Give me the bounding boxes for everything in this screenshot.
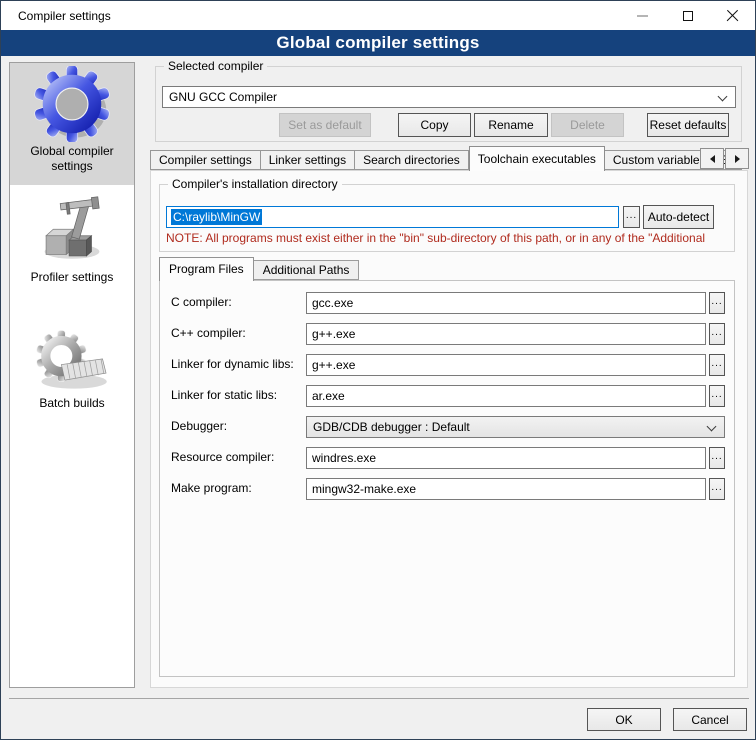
close-button[interactable]	[710, 1, 755, 30]
title-bar[interactable]: Compiler settings	[1, 1, 755, 30]
sidebar-item-global-compiler-settings[interactable]: Global compiler settings	[10, 63, 134, 185]
batch-builds-icon	[33, 328, 111, 394]
rename-button[interactable]: Rename	[474, 113, 548, 137]
tab-custom-variables[interactable]: Custom variables	[605, 150, 715, 170]
minimize-button[interactable]	[620, 1, 665, 30]
footer-divider	[9, 698, 749, 699]
copy-button[interactable]: Copy	[398, 113, 471, 137]
tab-toolchain-executables[interactable]: Toolchain executables	[469, 146, 605, 171]
resource-compiler-input[interactable]	[306, 447, 706, 469]
dialog-body: Global compiler settings	[1, 56, 755, 739]
maximize-icon	[683, 11, 693, 21]
static-linker-browse-button[interactable]: ...	[709, 385, 725, 407]
reset-defaults-button[interactable]: Reset defaults	[647, 113, 729, 137]
caliper-profiler-icon	[36, 192, 108, 268]
tab-additional-paths[interactable]: Additional Paths	[254, 260, 360, 280]
sidebar-item-profiler-settings[interactable]: Profiler settings	[10, 186, 134, 304]
static-linker-input[interactable]	[306, 385, 706, 407]
blue-gear-icon	[33, 66, 111, 142]
minimize-icon	[637, 15, 648, 17]
tab-program-files[interactable]: Program Files	[159, 257, 254, 281]
group-label: Selected compiler	[164, 59, 267, 73]
c-compiler-label: C compiler:	[171, 295, 232, 309]
settings-category-list: Global compiler settings	[9, 62, 135, 688]
installation-directory-input[interactable]: C:\raylib\MinGW	[166, 206, 619, 228]
arrow-left-icon	[710, 155, 715, 163]
program-files-page: C compiler: ... C++ compiler: ... Linker…	[159, 280, 735, 677]
toolchain-executables-page: Compiler's installation directory C:\ray…	[150, 170, 748, 688]
tab-scroll-arrows	[700, 148, 749, 169]
debugger-label: Debugger:	[171, 419, 227, 433]
sidebar-item-label: Global compiler settings	[10, 142, 134, 182]
bin-subdirectory-note: NOTE: All programs must exist either in …	[166, 231, 728, 245]
chevron-down-icon	[718, 92, 728, 102]
group-label: Compiler's installation directory	[168, 177, 342, 191]
delete-button[interactable]: Delete	[551, 113, 624, 137]
static-linker-label: Linker for static libs:	[171, 388, 277, 402]
debugger-select-value: GDB/CDB debugger : Default	[313, 420, 470, 434]
c-compiler-browse-button[interactable]: ...	[709, 292, 725, 314]
resource-compiler-label: Resource compiler:	[171, 450, 274, 464]
sidebar-item-label: Batch builds	[33, 394, 110, 419]
dynamic-linker-input[interactable]	[306, 354, 706, 376]
debugger-select[interactable]: GDB/CDB debugger : Default	[306, 416, 725, 438]
compiler-select[interactable]: GNU GCC Compiler	[162, 86, 736, 108]
program-files-tab-bar: Program Files Additional Paths	[159, 256, 359, 280]
make-program-input[interactable]	[306, 478, 706, 500]
tab-scroll-right-button[interactable]	[725, 148, 749, 169]
ok-button[interactable]: OK	[587, 708, 661, 731]
compiler-settings-dialog: Compiler settings Global compiler settin…	[0, 0, 756, 740]
c-compiler-input[interactable]	[306, 292, 706, 314]
arrow-right-icon	[735, 155, 740, 163]
dynamic-linker-label: Linker for dynamic libs:	[171, 357, 294, 371]
tab-search-directories[interactable]: Search directories	[355, 150, 469, 170]
dynamic-linker-browse-button[interactable]: ...	[709, 354, 725, 376]
set-as-default-button[interactable]: Set as default	[279, 113, 371, 137]
tab-scroll-left-button[interactable]	[700, 148, 724, 169]
cancel-button[interactable]: Cancel	[673, 708, 747, 731]
cpp-compiler-browse-button[interactable]: ...	[709, 323, 725, 345]
maximize-button[interactable]	[665, 1, 710, 30]
sidebar-item-batch-builds[interactable]: Batch builds	[10, 324, 134, 419]
resource-compiler-browse-button[interactable]: ...	[709, 447, 725, 469]
cpp-compiler-input[interactable]	[306, 323, 706, 345]
page-title: Global compiler settings	[1, 30, 755, 56]
make-program-label: Make program:	[171, 481, 252, 495]
close-icon	[726, 9, 739, 22]
sidebar-item-label: Profiler settings	[25, 268, 120, 293]
settings-tab-bar: Compiler settings Linker settings Search…	[150, 145, 742, 170]
browse-directory-button[interactable]: ...	[623, 206, 640, 228]
auto-detect-button[interactable]: Auto-detect	[643, 205, 714, 229]
chevron-down-icon	[707, 422, 717, 432]
tab-compiler-settings[interactable]: Compiler settings	[150, 150, 261, 170]
window-title: Compiler settings	[1, 9, 111, 23]
selected-text: C:\raylib\MinGW	[171, 209, 262, 225]
cpp-compiler-label: C++ compiler:	[171, 326, 246, 340]
compiler-select-value: GNU GCC Compiler	[169, 90, 277, 104]
tab-linker-settings[interactable]: Linker settings	[261, 150, 355, 170]
make-program-browse-button[interactable]: ...	[709, 478, 725, 500]
